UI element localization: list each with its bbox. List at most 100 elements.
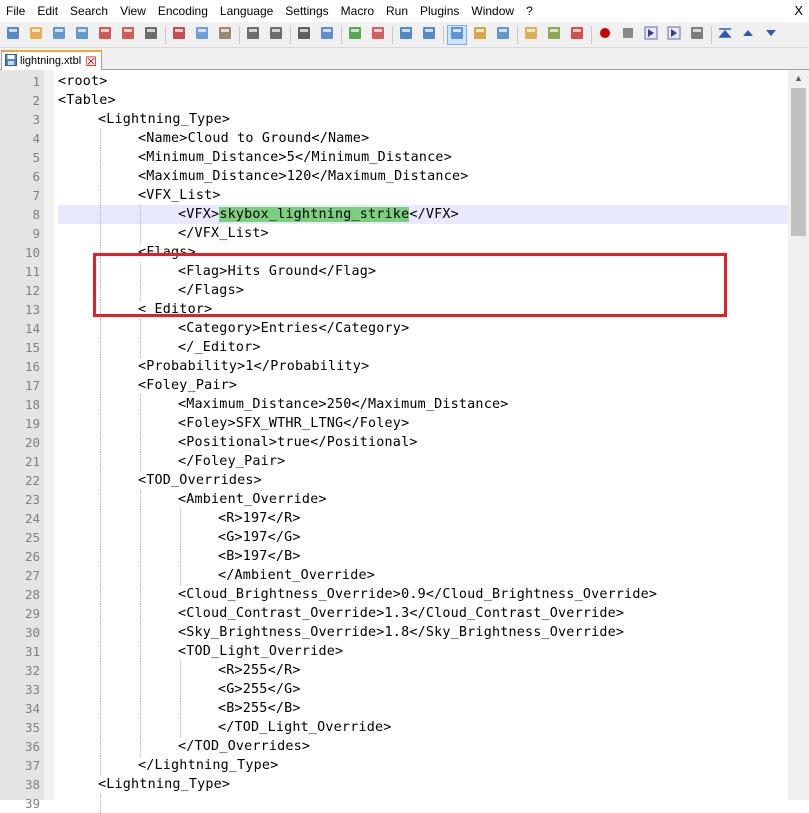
menu-view[interactable]: View — [114, 0, 152, 22]
menu-settings[interactable]: Settings — [279, 0, 334, 22]
code-text[interactable]: <VFX>skybox_lightning_strike</VFX> — [58, 205, 788, 224]
redo-button[interactable] — [266, 25, 286, 45]
menu-search[interactable]: Search — [64, 0, 114, 22]
code-line[interactable]: 32 <R>255</R> — [0, 661, 788, 680]
menu-edit[interactable]: Edit — [31, 0, 64, 22]
code-line[interactable]: 24 <R>197</R> — [0, 509, 788, 528]
code-text[interactable]: <VFX_List> — [58, 186, 788, 205]
open-file-button[interactable] — [26, 25, 46, 45]
zoom-out-button[interactable] — [368, 25, 388, 45]
code-text[interactable]: <Flag>Hits Ground</Flag> — [58, 262, 788, 281]
menu-encoding[interactable]: Encoding — [152, 0, 214, 22]
replace-button[interactable] — [317, 25, 337, 45]
code-line[interactable]: 9 </VFX_List> — [0, 224, 788, 243]
print-button[interactable] — [141, 25, 161, 45]
tab-close-icon[interactable]: ☒ — [85, 55, 97, 68]
code-line[interactable]: 30 <Sky_Brightness_Override>1.8</Sky_Brig… — [0, 623, 788, 642]
sync-horizontal-button[interactable] — [419, 25, 439, 45]
code-text[interactable]: </_Editor> — [58, 338, 788, 357]
menu-plugins[interactable]: Plugins — [414, 0, 465, 22]
menu-language[interactable]: Language — [214, 0, 279, 22]
code-text[interactable]: <Ambient_Override> — [58, 490, 788, 509]
indent-guide-button[interactable] — [493, 25, 513, 45]
code-text[interactable]: <Foley>SFX_WTHR_LTNG</Foley> — [58, 414, 788, 433]
code-line[interactable]: 1 <root> — [0, 72, 788, 91]
code-line[interactable]: 14 <Category>Entries</Category> — [0, 319, 788, 338]
code-text[interactable]: </Ambient_Override> — [58, 566, 788, 585]
code-text[interactable]: <Name>Cloud to Ground</Name> — [58, 129, 788, 148]
toolbar-extra-2-button[interactable] — [738, 25, 758, 45]
code-line[interactable]: 8 <VFX>skybox_lightning_strike</VFX> — [0, 205, 788, 224]
code-text[interactable] — [58, 794, 788, 813]
menu-run[interactable]: Run — [380, 0, 414, 22]
toolbar-extra-1-button[interactable] — [715, 25, 735, 45]
code-text[interactable]: <B>255</B> — [58, 699, 788, 718]
code-text[interactable]: </Lightning_Type> — [58, 756, 788, 775]
show-all-characters-button[interactable] — [470, 25, 490, 45]
code-text[interactable]: <Cloud_Contrast_Override>1.3</Cloud_Cont… — [58, 604, 788, 623]
code-text[interactable]: <Sky_Brightness_Override>1.8</Sky_Bright… — [58, 623, 788, 642]
code-text[interactable]: <TOD_Light_Override> — [58, 642, 788, 661]
code-lines[interactable]: 1 <root> 2 <Table> 3 <Lightning_Type> 4 <Name>C… — [0, 72, 788, 813]
cut-button[interactable] — [169, 25, 189, 45]
toolbar-extra-3-button[interactable] — [761, 25, 781, 45]
save-macro-button[interactable] — [687, 25, 707, 45]
scroll-up-icon[interactable]: ▲ — [788, 70, 809, 87]
code-line[interactable]: 37 </Lightning_Type> — [0, 756, 788, 775]
code-line[interactable]: 16 <Probability>1</Probability> — [0, 357, 788, 376]
code-line[interactable]: 10 <Flags> — [0, 243, 788, 262]
run-macro-multiple-button[interactable] — [664, 25, 684, 45]
word-wrap-button[interactable] — [447, 24, 467, 45]
menu-file[interactable]: File — [0, 0, 31, 22]
code-line[interactable]: 23 <Ambient_Override> — [0, 490, 788, 509]
code-text[interactable]: <Lightning_Type> — [58, 775, 788, 794]
code-text[interactable]: <Maximum_Distance>250</Maximum_Distance> — [58, 395, 788, 414]
code-line[interactable]: 28 <Cloud_Brightness_Override>0.9</Cloud_… — [0, 585, 788, 604]
code-line[interactable]: 35 </TOD_Light_Override> — [0, 718, 788, 737]
code-line[interactable]: 33 <G>255</G> — [0, 680, 788, 699]
code-text[interactable]: </TOD_Overrides> — [58, 737, 788, 756]
code-text[interactable]: <root> — [58, 72, 788, 91]
code-text[interactable]: <G>197</G> — [58, 528, 788, 547]
code-line[interactable]: 2 <Table> — [0, 91, 788, 110]
menu-help[interactable]: ? — [520, 0, 539, 22]
code-line[interactable]: 18 <Maximum_Distance>250</Maximum_Distanc… — [0, 395, 788, 414]
play-macro-button[interactable] — [641, 25, 661, 45]
close-all-button[interactable] — [118, 25, 138, 45]
code-text[interactable]: <Lightning_Type> — [58, 110, 788, 129]
code-line[interactable]: 22 <TOD_Overrides> — [0, 471, 788, 490]
function-list-button[interactable] — [567, 25, 587, 45]
code-text[interactable]: <Maximum_Distance>120</Maximum_Distance> — [58, 167, 788, 186]
code-text[interactable]: <Probability>1</Probability> — [58, 357, 788, 376]
save-all-button[interactable] — [72, 25, 92, 45]
code-text[interactable]: <R>197</R> — [58, 509, 788, 528]
code-text[interactable]: <R>255</R> — [58, 661, 788, 680]
copy-button[interactable] — [192, 25, 212, 45]
code-line[interactable]: 36 </TOD_Overrides> — [0, 737, 788, 756]
doc-map-button[interactable] — [544, 25, 564, 45]
code-line[interactable]: 19 <Foley>SFX_WTHR_LTNG</Foley> — [0, 414, 788, 433]
close-document-button[interactable]: X — [794, 3, 803, 18]
code-line[interactable]: 17 <Foley_Pair> — [0, 376, 788, 395]
code-line[interactable]: 34 <B>255</B> — [0, 699, 788, 718]
code-line[interactable]: 38 <Lightning_Type> — [0, 775, 788, 794]
save-button[interactable] — [49, 25, 69, 45]
editor[interactable]: 1 <root> 2 <Table> 3 <Lightning_Type> 4 <Name>C… — [0, 70, 809, 813]
paste-button[interactable] — [215, 25, 235, 45]
code-line[interactable]: 20 <Positional>true</Positional> — [0, 433, 788, 452]
code-text[interactable]: <Minimum_Distance>5</Minimum_Distance> — [58, 148, 788, 167]
code-line[interactable]: 3 <Lightning_Type> — [0, 110, 788, 129]
stop-macro-button[interactable] — [618, 25, 638, 45]
code-text[interactable]: <Cloud_Brightness_Override>0.9</Cloud_Br… — [58, 585, 788, 604]
sync-vertical-button[interactable] — [396, 25, 416, 45]
code-line[interactable]: 5 <Minimum_Distance>5</Minimum_Distance> — [0, 148, 788, 167]
code-text[interactable]: </VFX_List> — [58, 224, 788, 243]
code-text[interactable]: <Table> — [58, 91, 788, 110]
scrollbar-thumb[interactable] — [791, 88, 806, 236]
zoom-in-button[interactable] — [345, 25, 365, 45]
udl-button[interactable] — [521, 25, 541, 45]
code-text[interactable]: </Foley_Pair> — [58, 452, 788, 471]
close-button[interactable] — [95, 25, 115, 45]
code-line[interactable]: 31 <TOD_Light_Override> — [0, 642, 788, 661]
code-text[interactable]: <B>197</B> — [58, 547, 788, 566]
